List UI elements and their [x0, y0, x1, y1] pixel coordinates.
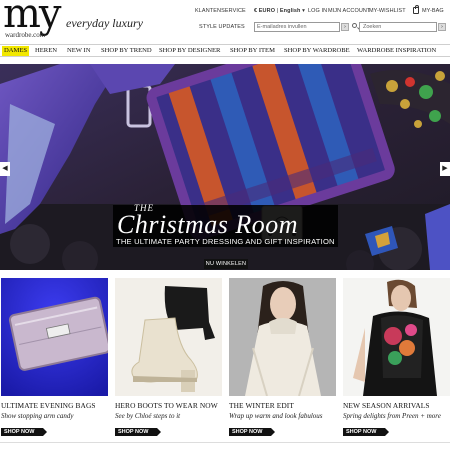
nav-item-new-in[interactable]: NEW IN: [67, 46, 91, 56]
customer-service-link[interactable]: KLANTENSERVICE: [195, 8, 246, 14]
newsletter-submit-button[interactable]: ›: [341, 23, 349, 31]
shop-now-button[interactable]: SHOP NOW: [229, 428, 276, 436]
nav-item-heren[interactable]: HEREN: [35, 46, 57, 56]
tile-description: Wrap up warm and look fabulous: [229, 412, 323, 420]
shop-now-button[interactable]: SHOP NOW: [1, 428, 48, 436]
shop-now-button[interactable]: SHOP NOW: [115, 428, 162, 436]
hero-banner[interactable]: THE Christmas Room THE ULTIMATE PARTY DR…: [0, 64, 450, 270]
search-input[interactable]: Zoeken: [359, 22, 437, 32]
currency-selector[interactable]: € EURO | English ▾: [254, 8, 305, 14]
bag-link[interactable]: MY-BAG: [422, 8, 444, 14]
wishlist-link[interactable]: MY-WISHLIST: [369, 8, 406, 14]
nav-item-shop-by-designer[interactable]: SHOP BY DESIGNER: [159, 46, 220, 56]
newsletter-email-input[interactable]: E-mailadres invullen: [254, 22, 340, 32]
tile-title: NEW SEASON ARRIVALS: [343, 401, 430, 410]
hero-title: Christmas Room: [117, 210, 299, 239]
nav-item-dames[interactable]: DAMES: [2, 46, 30, 56]
tile-description: See by Chloé steps to it: [115, 412, 181, 420]
brand-tagline: everyday luxury: [66, 16, 143, 30]
evening-bags-image[interactable]: [1, 278, 108, 396]
main-nav: DAMES HEREN NEW IN SHOP BY TREND SHOP BY…: [0, 44, 450, 57]
language-value: English: [279, 8, 301, 14]
tile-title: HERO BOOTS TO WEAR NOW: [115, 401, 218, 410]
logo-subtext: wardrobe.com: [5, 31, 46, 39]
promo-tile-evening-bags[interactable]: ULTIMATE EVENING BAGS Show stopping arm …: [1, 278, 108, 438]
currency-value: € EURO: [254, 8, 276, 14]
nav-item-shop-by-trend[interactable]: SHOP BY TREND: [101, 46, 152, 56]
shop-now-button[interactable]: SHOP NOW: [343, 428, 390, 436]
hero-shop-button[interactable]: NU WINKELEN: [204, 259, 248, 269]
winter-edit-image[interactable]: [229, 278, 336, 396]
new-season-image[interactable]: [343, 278, 450, 396]
tile-title: ULTIMATE EVENING BAGS: [1, 401, 96, 410]
promo-tile-new-season[interactable]: NEW SEASON ARRIVALS Spring delights from…: [343, 278, 450, 438]
my-account-link[interactable]: MIJN ACCOUNT: [328, 8, 370, 14]
search-icon: [352, 23, 357, 28]
promo-tile-winter-edit[interactable]: THE WINTER EDIT Wrap up warm and look fa…: [229, 278, 336, 438]
footer-divider: [0, 442, 450, 443]
login-link[interactable]: LOG IN: [308, 8, 327, 14]
tile-description: Show stopping arm candy: [1, 412, 74, 420]
promo-tile-hero-boots[interactable]: HERO BOOTS TO WEAR NOW See by Chloé step…: [115, 278, 222, 438]
site-header: my wardrobe.com everyday luxury KLANTENS…: [0, 0, 450, 42]
hero-boots-image[interactable]: [115, 278, 222, 396]
nav-item-wardrobe-inspiration[interactable]: WARDROBE INSPIRATION: [357, 46, 436, 56]
shopping-bag-icon[interactable]: [413, 5, 419, 14]
nav-item-shop-by-wardrobe[interactable]: SHOP BY WARDROBE: [284, 46, 350, 56]
hero-subtitle: THE ULTIMATE PARTY DRESSING AND GIFT INS…: [116, 237, 335, 246]
carousel-prev-arrow-icon[interactable]: ◀: [0, 162, 10, 176]
search-submit-button[interactable]: ›: [438, 23, 446, 31]
carousel-next-arrow-icon[interactable]: ▶: [440, 162, 450, 176]
nav-item-shop-by-item[interactable]: SHOP BY ITEM: [230, 46, 275, 56]
tile-description: Spring delights from Preen + more: [343, 412, 441, 420]
tile-title: THE WINTER EDIT: [229, 401, 294, 410]
logo-text: my: [3, 0, 62, 37]
style-updates-label: STYLE UPDATES: [199, 24, 245, 30]
site-logo[interactable]: my wardrobe.com everyday luxury: [3, 0, 143, 42]
